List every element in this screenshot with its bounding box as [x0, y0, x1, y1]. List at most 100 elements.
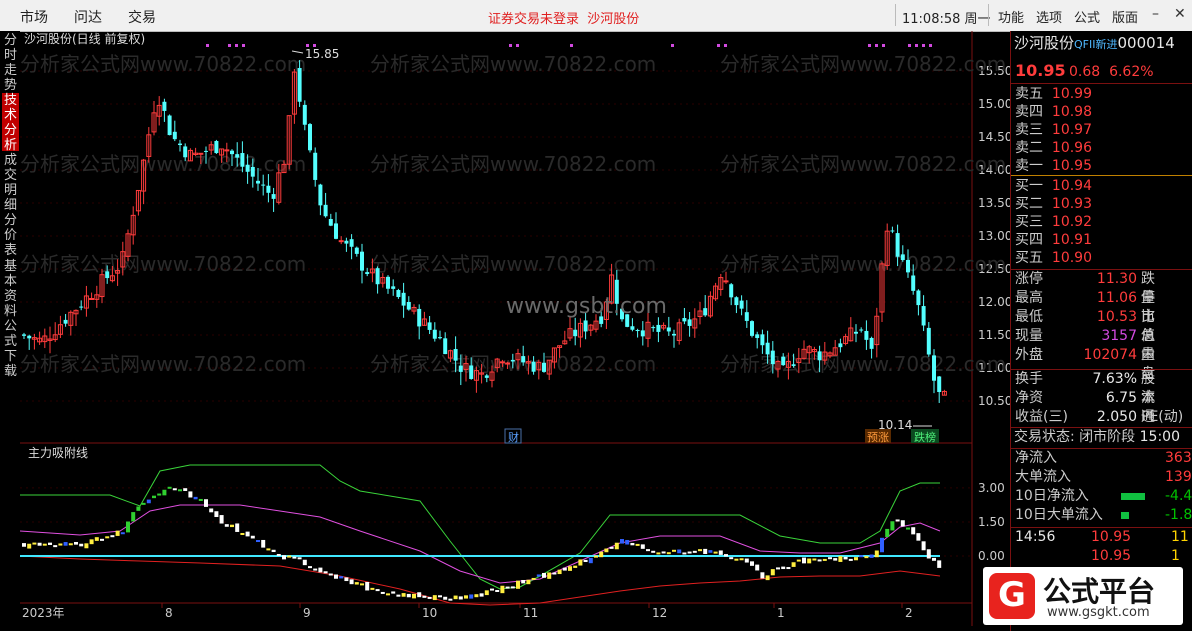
candle [89, 292, 95, 301]
ind-candle [750, 561, 754, 566]
ind-candle [588, 557, 593, 564]
candle-body [427, 322, 432, 330]
ind-candle [308, 566, 312, 569]
ind-candle [427, 596, 432, 599]
candle-body [22, 334, 26, 336]
candle-body [869, 337, 874, 349]
ind-tick-label: 0.00 [978, 549, 1005, 563]
ind-candle [469, 594, 474, 599]
ind-candle [458, 596, 463, 600]
ind-candle [136, 506, 141, 511]
ind-candle [193, 496, 198, 500]
bid-row: 买一 10.94 [1015, 178, 1092, 194]
close-button[interactable]: ✕ [1174, 6, 1186, 22]
menu-wenda[interactable]: 问达 [74, 7, 102, 27]
ind-candle [438, 595, 442, 598]
ind-candle [261, 539, 266, 548]
ind-candle [625, 539, 630, 545]
menu-layout[interactable]: 版面 [1112, 7, 1138, 26]
candle-body [838, 343, 843, 348]
candle-body [245, 164, 250, 172]
fall-badge[interactable]: 跌榜 [911, 429, 939, 444]
ind-candle [765, 575, 770, 581]
ind-candle [94, 537, 99, 541]
candle [162, 98, 167, 122]
ind-candle [152, 495, 156, 499]
ind-candle [100, 538, 104, 541]
tab-price-table[interactable]: 分价表 [2, 213, 19, 258]
candle [932, 349, 936, 394]
candle-body [396, 290, 401, 298]
candle [125, 229, 131, 262]
ind-candle [42, 543, 47, 546]
watermark-text: 分析家公式网www.70822.com [720, 152, 1006, 176]
menu-market[interactable]: 市场 [20, 7, 48, 27]
signal-dot [570, 44, 573, 47]
menu-trade[interactable]: 交易 [128, 7, 156, 27]
candle-body [651, 327, 656, 329]
candle [261, 174, 266, 196]
ind-candle [464, 595, 468, 599]
ind-candle [401, 593, 406, 597]
kline-chart[interactable]: 15.5015.0014.5014.0013.5013.0012.5012.00… [20, 31, 1010, 631]
candle-body [542, 362, 546, 372]
ind-tick-label: 3.00 [978, 481, 1005, 495]
ind-candle [583, 559, 588, 563]
rise-badge[interactable]: 预涨 [865, 429, 891, 444]
watermark-text: 分析家公式网www.70822.com [720, 52, 1006, 76]
candle [151, 100, 157, 136]
candle [266, 174, 271, 203]
candle [360, 243, 364, 284]
ind-candle [219, 515, 224, 524]
candle [396, 288, 401, 299]
signal-dot [228, 44, 231, 47]
candle [328, 213, 333, 227]
candle-body [167, 115, 172, 136]
watermark-text: 分析家公式网www.70822.com [370, 252, 656, 276]
tab-deals[interactable]: 成交明细 [2, 153, 19, 213]
candle-body [729, 284, 734, 298]
candle-body [453, 349, 458, 361]
candle [744, 300, 749, 328]
signal-dot [242, 44, 245, 47]
tab-formula-download[interactable]: 公式下载 [2, 319, 19, 379]
ind-candle [302, 559, 307, 566]
ind-candle [521, 579, 526, 584]
candle-body [926, 327, 931, 355]
candle-body [510, 359, 515, 362]
menu-options[interactable]: 选项 [1036, 7, 1062, 26]
ind-candle [126, 521, 130, 533]
watermark-text: 分析家公式网www.70822.com [370, 52, 656, 76]
signal-dot [717, 44, 720, 47]
candle [848, 317, 854, 342]
candle [308, 122, 312, 153]
ind-candle [687, 551, 692, 554]
candle [214, 139, 219, 154]
menu-formula[interactable]: 公式 [1074, 7, 1100, 26]
ind-candle [334, 574, 338, 579]
minimize-button[interactable]: – [1152, 6, 1159, 22]
candle-body [703, 308, 708, 316]
tab-profile[interactable]: 基本资料 [2, 259, 19, 319]
candle [135, 189, 141, 216]
candle-body [313, 152, 318, 180]
bid-row: 买五 10.90 [1015, 250, 1092, 266]
candle-body [573, 329, 578, 337]
candle [707, 291, 713, 318]
candle [68, 310, 74, 336]
candle-body [682, 318, 687, 322]
ind-candle [542, 572, 546, 578]
candle-body [318, 184, 323, 206]
menu-function[interactable]: 功能 [998, 7, 1024, 26]
candle-body [406, 301, 411, 310]
fin-badge[interactable]: 财 [504, 428, 522, 444]
tab-timeshare[interactable]: 分时走势 [2, 33, 19, 93]
x-tick-label: 8 [165, 606, 173, 620]
tab-technical[interactable]: 技术分析 [2, 93, 19, 153]
candle-body [859, 329, 864, 331]
ind-candle [318, 567, 323, 573]
ind-candle [120, 532, 125, 535]
stat2-row: 收益(三) 2.050 PE(动) [1015, 409, 1184, 425]
candle [271, 187, 276, 212]
candle [349, 234, 354, 260]
